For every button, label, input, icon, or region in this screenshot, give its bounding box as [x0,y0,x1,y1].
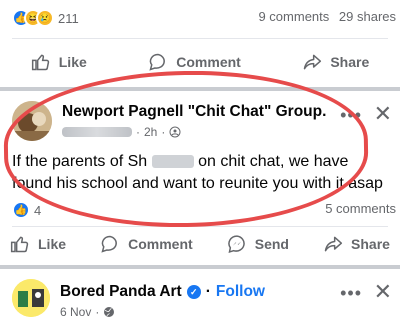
post-card-3: Bored Panda Art ✓ · Follow 6 Nov · ••• ✕ [0,269,400,325]
more-icon[interactable]: ••• [340,105,362,126]
like-icon [10,236,29,253]
reaction-count: 211 [58,10,79,26]
globe-icon [104,307,115,317]
post-meta: · 2h · [62,125,181,139]
verified-icon: ✓ [186,285,201,299]
post-stats: 👍 4 5 comments [12,201,400,225]
post-actions: Like Comment Share [0,47,400,77]
send-label: Send [254,236,289,252]
like-button[interactable]: Like [10,234,66,254]
page-avatar[interactable] [12,279,50,317]
redacted-name [151,155,194,169]
post-text: If the parents of Sh on chit chat, we ha… [12,151,392,195]
comment-button[interactable]: Comment [100,234,193,254]
post-header: Newport Pagnell "Chit Chat" Group. · 2h … [12,101,392,147]
follow-button[interactable]: Follow [216,283,265,301]
post-actions: Like Comment Send Share [0,229,400,259]
shares-count[interactable]: 29 shares [339,9,396,24]
post-text-line2: found his school and want to reunite you… [12,175,383,192]
share-button[interactable]: Share [323,234,390,254]
post-text-line1-end: on chit chat, we have [198,153,349,170]
more-icon[interactable]: ••• [340,283,362,304]
redacted-author [62,127,132,137]
like-button[interactable]: Like [31,52,87,72]
like-label: Like [58,54,87,70]
group-avatar-image [12,101,52,141]
comment-label: Comment [128,236,193,252]
comment-label: Comment [176,54,241,70]
send-button[interactable]: Send [227,234,289,254]
close-icon[interactable]: ✕ [374,279,392,305]
like-label: Like [38,236,67,252]
comments-count[interactable]: 5 comments [325,201,396,216]
post-card-1: 👍 😆 😢 211 9 comments 29 shares Like Comm… [0,0,400,87]
reactions-summary[interactable]: 👍 4 [12,201,41,219]
comment-icon [101,235,117,253]
like-reaction-icon: 👍 [12,201,30,219]
group-avatar[interactable] [12,101,52,141]
post-header: Bored Panda Art ✓ · Follow 6 Nov · ••• ✕ [12,279,392,325]
share-icon [324,236,343,252]
reaction-count: 4 [34,202,42,218]
send-icon [227,235,245,253]
page-avatar-image [12,279,50,317]
page-name[interactable]: Bored Panda Art [60,283,182,301]
comment-icon [149,53,166,71]
comment-button[interactable]: Comment [148,52,241,72]
comments-count[interactable]: 9 comments [258,9,329,24]
page-name-row: Bored Panda Art ✓ · Follow [60,283,265,301]
post-meta: 6 Nov · [60,305,115,319]
post-card-2: Newport Pagnell "Chit Chat" Group. · 2h … [0,91,400,265]
close-icon[interactable]: ✕ [374,101,392,127]
like-icon [31,54,49,71]
share-label: Share [330,54,370,70]
members-icon [169,126,181,138]
post-time[interactable]: 2h [144,125,157,139]
post-stats: 👍 😆 😢 211 9 comments 29 shares [12,9,400,33]
post-date[interactable]: 6 Nov [60,305,91,319]
share-label: Share [351,236,390,252]
share-icon [304,54,322,70]
reactions-summary[interactable]: 👍 😆 😢 211 [12,9,79,27]
post-text-line1-start: If the parents of Sh [12,153,148,170]
sad-reaction-icon: 😢 [36,9,54,27]
divider [12,226,388,227]
share-button[interactable]: Share [302,52,369,72]
group-name[interactable]: Newport Pagnell "Chit Chat" Group. [62,103,326,121]
divider [12,38,388,39]
